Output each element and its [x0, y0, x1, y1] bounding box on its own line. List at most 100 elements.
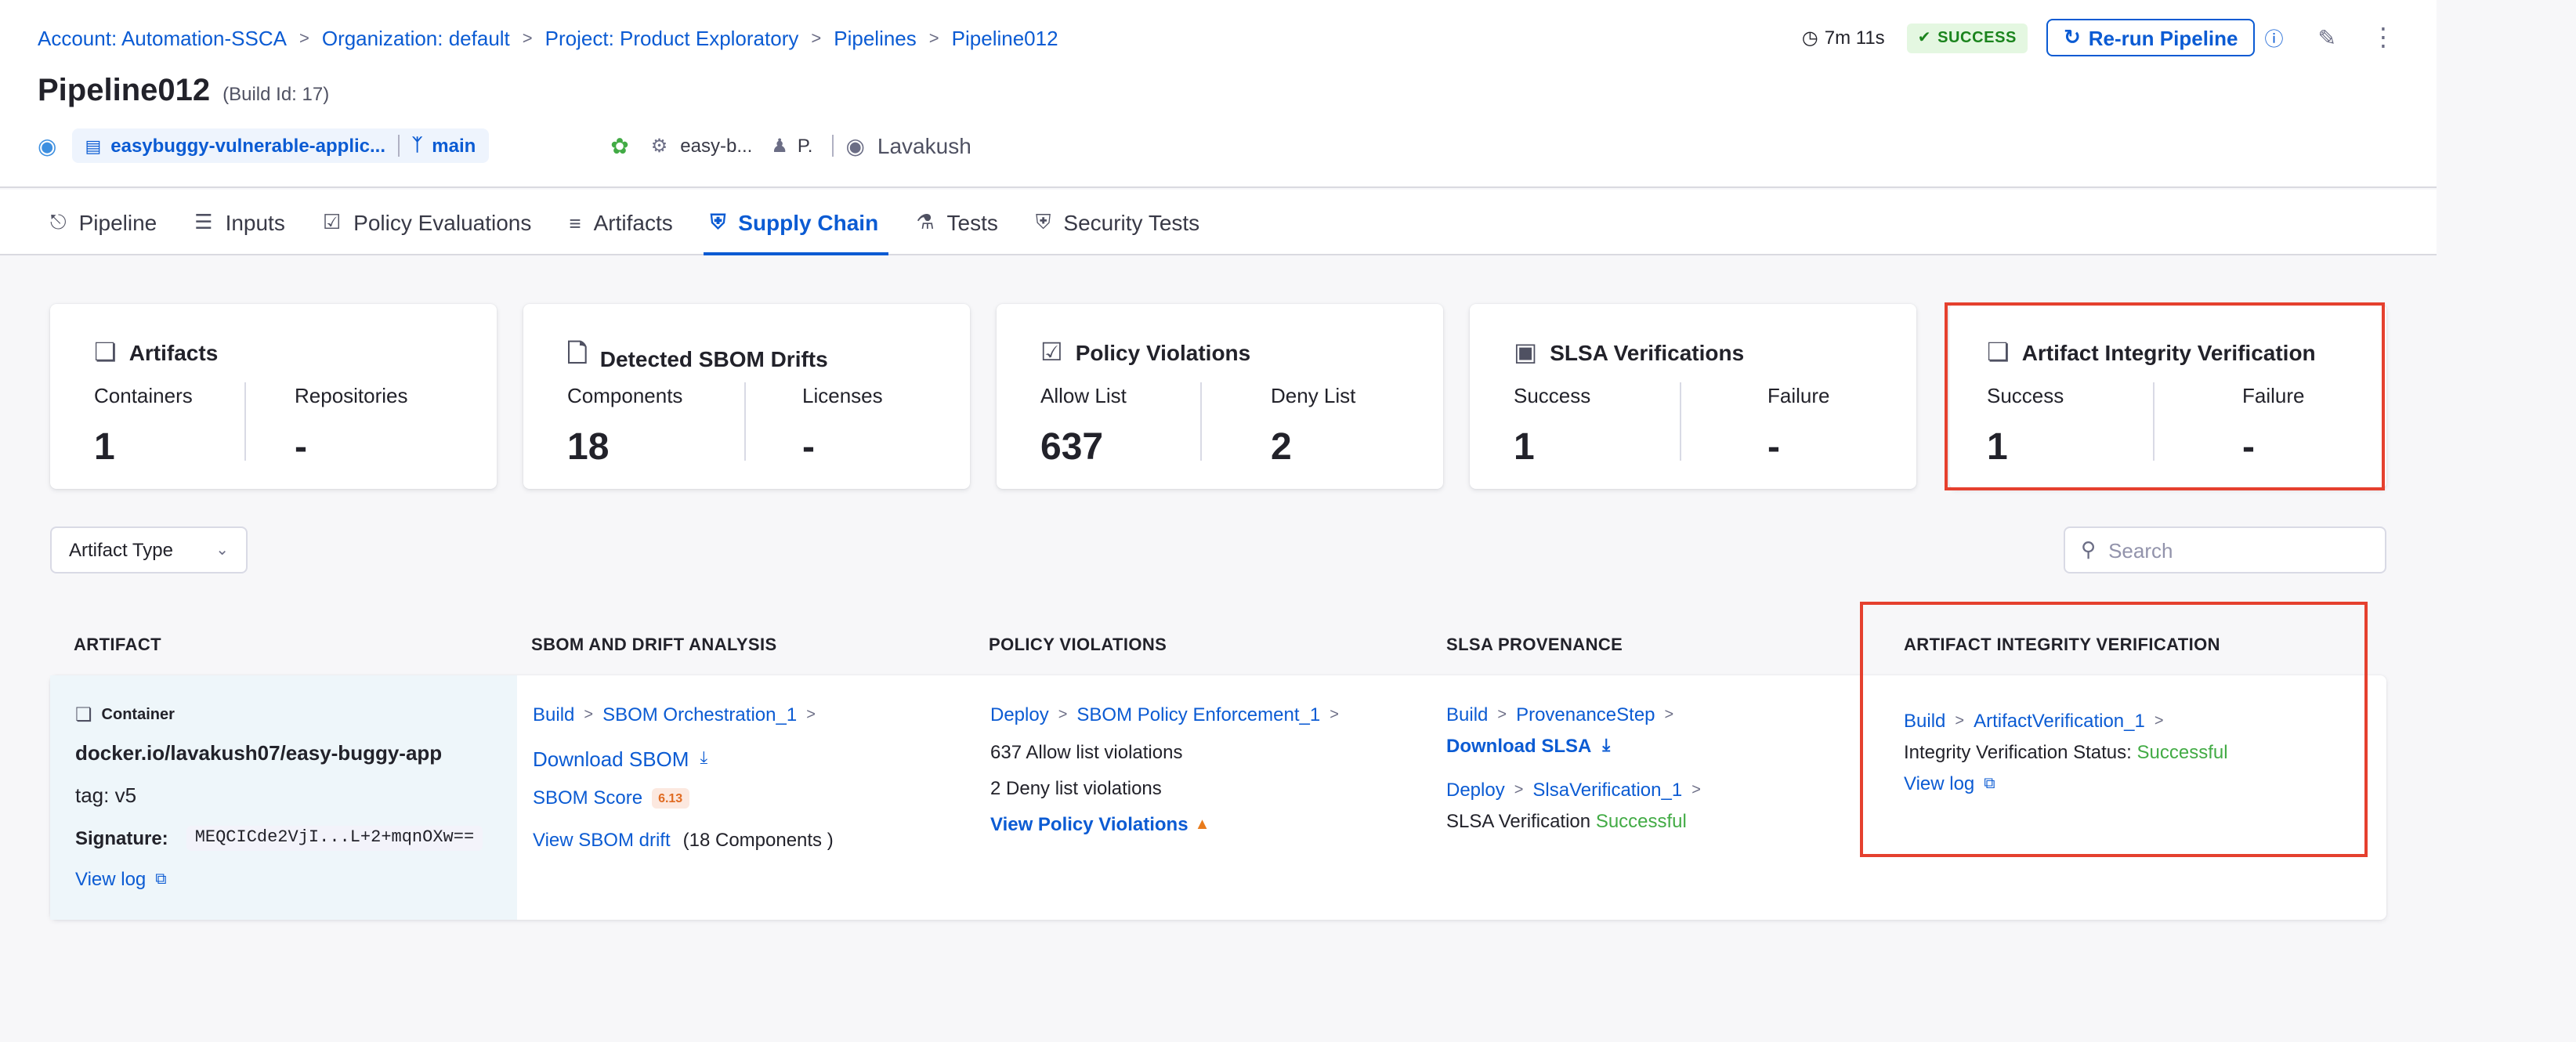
stat-right: Deny List 2	[1271, 384, 1355, 470]
title-row: Pipeline012 (Build Id: 17)	[38, 74, 329, 110]
status-badge: ✔ SUCCESS	[1906, 23, 2028, 52]
stat-label: Repositories	[295, 384, 408, 407]
sbom-drift: View SBOM drift (18 Components )	[533, 829, 834, 851]
duration: ◷ 7m 11s	[1802, 27, 1885, 49]
stat-divider	[744, 382, 746, 461]
tab-policy-evaluations[interactable]: ☑ Policy Evaluations	[323, 190, 532, 255]
more-options-icon[interactable]: ⋮	[2371, 22, 2396, 53]
chevron-right-icon: >	[1497, 706, 1507, 723]
stat-left: Components 18	[567, 384, 682, 470]
meta-divider	[831, 135, 834, 157]
breadcrumb-pipeline[interactable]: Pipeline012	[952, 27, 1058, 50]
slsa-stage-link[interactable]: Build	[1446, 704, 1488, 725]
artifact-type-dropdown[interactable]: Artifact Type ⌄	[50, 526, 248, 573]
stat-left: Allow List 637	[1040, 384, 1127, 470]
sbom-step-link[interactable]: SBOM Orchestration_1	[602, 704, 797, 725]
tab-label: Security Tests	[1063, 210, 1200, 235]
stat-label: Success	[1514, 384, 1591, 407]
slsa-verification-step-link[interactable]: SlsaVerification_1	[1532, 779, 1682, 801]
rerun-label: Re-run Pipeline	[2088, 26, 2238, 49]
stat-value: 18	[567, 426, 610, 469]
slsa-deploy-breadcrumb: Deploy > SlsaVerification_1 >	[1446, 779, 1710, 801]
inputs-icon: ☰	[194, 210, 213, 233]
tab-label: Tests	[946, 210, 998, 235]
stage-name: easy-b...	[680, 135, 753, 157]
artifact-signature: Signature: MEQCICde2VjI...L+2+mqnOXw==	[75, 826, 483, 851]
search-icon: ⚲	[2081, 537, 2097, 561]
sbom-score-label[interactable]: SBOM Score	[533, 787, 642, 809]
download-sbom-link[interactable]: Download SBOM ⤓	[533, 747, 707, 771]
policy-stage-link[interactable]: Deploy	[990, 704, 1049, 725]
artifact-tag: tag: v5	[75, 783, 137, 807]
card-title: ☑ Policy Violations	[1040, 337, 1250, 368]
edit-icon[interactable]: ✎	[2318, 24, 2336, 51]
artifact-cell: ❏ Container docker.io/lavakush07/easy-bu…	[50, 675, 517, 920]
download-slsa-link[interactable]: Download SLSA ⤓	[1446, 735, 1610, 757]
download-icon: ⤓	[700, 749, 708, 768]
artifact-view-log[interactable]: View log ⧉	[75, 868, 167, 890]
sbom-score-badge: 6.13	[652, 787, 689, 808]
refresh-icon: ↻	[2063, 25, 2081, 49]
tab-supply-chain[interactable]: ⛨ Supply Chain	[704, 190, 888, 255]
user-info: ◉ Lavakush	[845, 132, 971, 159]
chevron-right-icon: >	[1691, 781, 1701, 798]
chevron-down-icon: ⌄	[215, 541, 229, 559]
breadcrumb-project[interactable]: Project: Product Exploratory	[545, 27, 799, 50]
stat-value: 2	[1271, 426, 1292, 469]
column-slsa: SLSA PROVENANCE	[1446, 636, 1623, 655]
tab-inputs[interactable]: ☰ Inputs	[194, 190, 285, 255]
search-input[interactable]	[2108, 538, 2360, 562]
download-icon: ⤓	[1602, 736, 1611, 754]
stat-value: 1	[1514, 426, 1535, 469]
avatar-icon: ◉	[845, 132, 865, 157]
repo-name: easybuggy-vulnerable-applic...	[110, 135, 386, 157]
status-text: SUCCESS	[1937, 29, 2017, 46]
pipeline-execution-page: Account: Automation-SSCA > Organization:…	[0, 0, 2576, 1042]
breadcrumb-organization[interactable]: Organization: default	[322, 27, 510, 50]
rerun-pipeline-button[interactable]: ↻ Re-run Pipeline	[2046, 19, 2256, 56]
integrity-card-highlight	[1945, 302, 2385, 490]
sbom-stage-link[interactable]: Build	[533, 704, 574, 725]
slsa-build-breadcrumb: Build > ProvenanceStep >	[1446, 704, 1683, 725]
gear-icon: ⚙	[650, 135, 668, 157]
tab-tests[interactable]: ⚗ Tests	[916, 190, 998, 255]
header-actions: ◷ 7m 11s ✔ SUCCESS ↻ Re-run Pipeline ⓘ ✎…	[1802, 19, 2396, 56]
stat-value: -	[295, 426, 307, 469]
stat-value: 637	[1040, 426, 1104, 469]
stat-label: Licenses	[802, 384, 883, 407]
tab-artifacts[interactable]: ≡ Artifacts	[569, 190, 672, 255]
chevron-right-icon: >	[1514, 781, 1524, 798]
stat-left: Containers 1	[94, 384, 193, 470]
policy-violations-card: ☑ Policy Violations Allow List 637 Deny Li…	[997, 304, 1443, 489]
security-icon: ⛨	[1035, 210, 1051, 233]
image-icon: ▣	[1514, 340, 1538, 367]
branch-name: main	[432, 135, 476, 157]
slsa-deploy-stage-link[interactable]: Deploy	[1446, 779, 1505, 801]
supply-chain-icon: ⛨	[710, 210, 726, 233]
trigger-name: P.	[797, 135, 813, 157]
trigger-info: ♟ P.	[771, 135, 812, 157]
signature-label: Signature:	[75, 827, 168, 849]
tab-pipeline[interactable]: ⎋ Pipeline	[50, 190, 157, 255]
slsa-step-link[interactable]: ProvenanceStep	[1516, 704, 1655, 725]
view-sbom-drift-link[interactable]: View SBOM drift	[533, 829, 671, 851]
repository-icon: ▤	[85, 137, 102, 156]
tab-security-tests[interactable]: ⛨ Security Tests	[1036, 190, 1199, 255]
chevron-right-icon: >	[1330, 706, 1339, 723]
user-name: Lavakush	[877, 133, 971, 158]
info-icon[interactable]: ⓘ	[2265, 24, 2284, 51]
view-policy-violations-link[interactable]: View Policy Violations ▲	[990, 813, 1210, 835]
search-box[interactable]: ⚲	[2064, 526, 2386, 573]
card-title-text: Policy Violations	[1075, 340, 1251, 365]
tab-label: Supply Chain	[738, 210, 879, 235]
breadcrumb-account[interactable]: Account: Automation-SSCA	[38, 27, 287, 50]
stat-value: 1	[94, 426, 115, 469]
policy-step-link[interactable]: SBOM Policy Enforcement_1	[1076, 704, 1320, 725]
slsa-verification: SLSA Verification Successful	[1446, 810, 1687, 832]
breadcrumb-pipelines[interactable]: Pipelines	[834, 27, 917, 50]
tab-label: Inputs	[225, 210, 285, 235]
repo-chip[interactable]: ▤ easybuggy-vulnerable-applic... ᛉ main	[72, 128, 489, 163]
artifact-type: ❏ Container	[75, 704, 175, 725]
page-header: Account: Automation-SSCA > Organization:…	[0, 0, 2437, 188]
stat-right: Failure -	[1767, 384, 1830, 470]
